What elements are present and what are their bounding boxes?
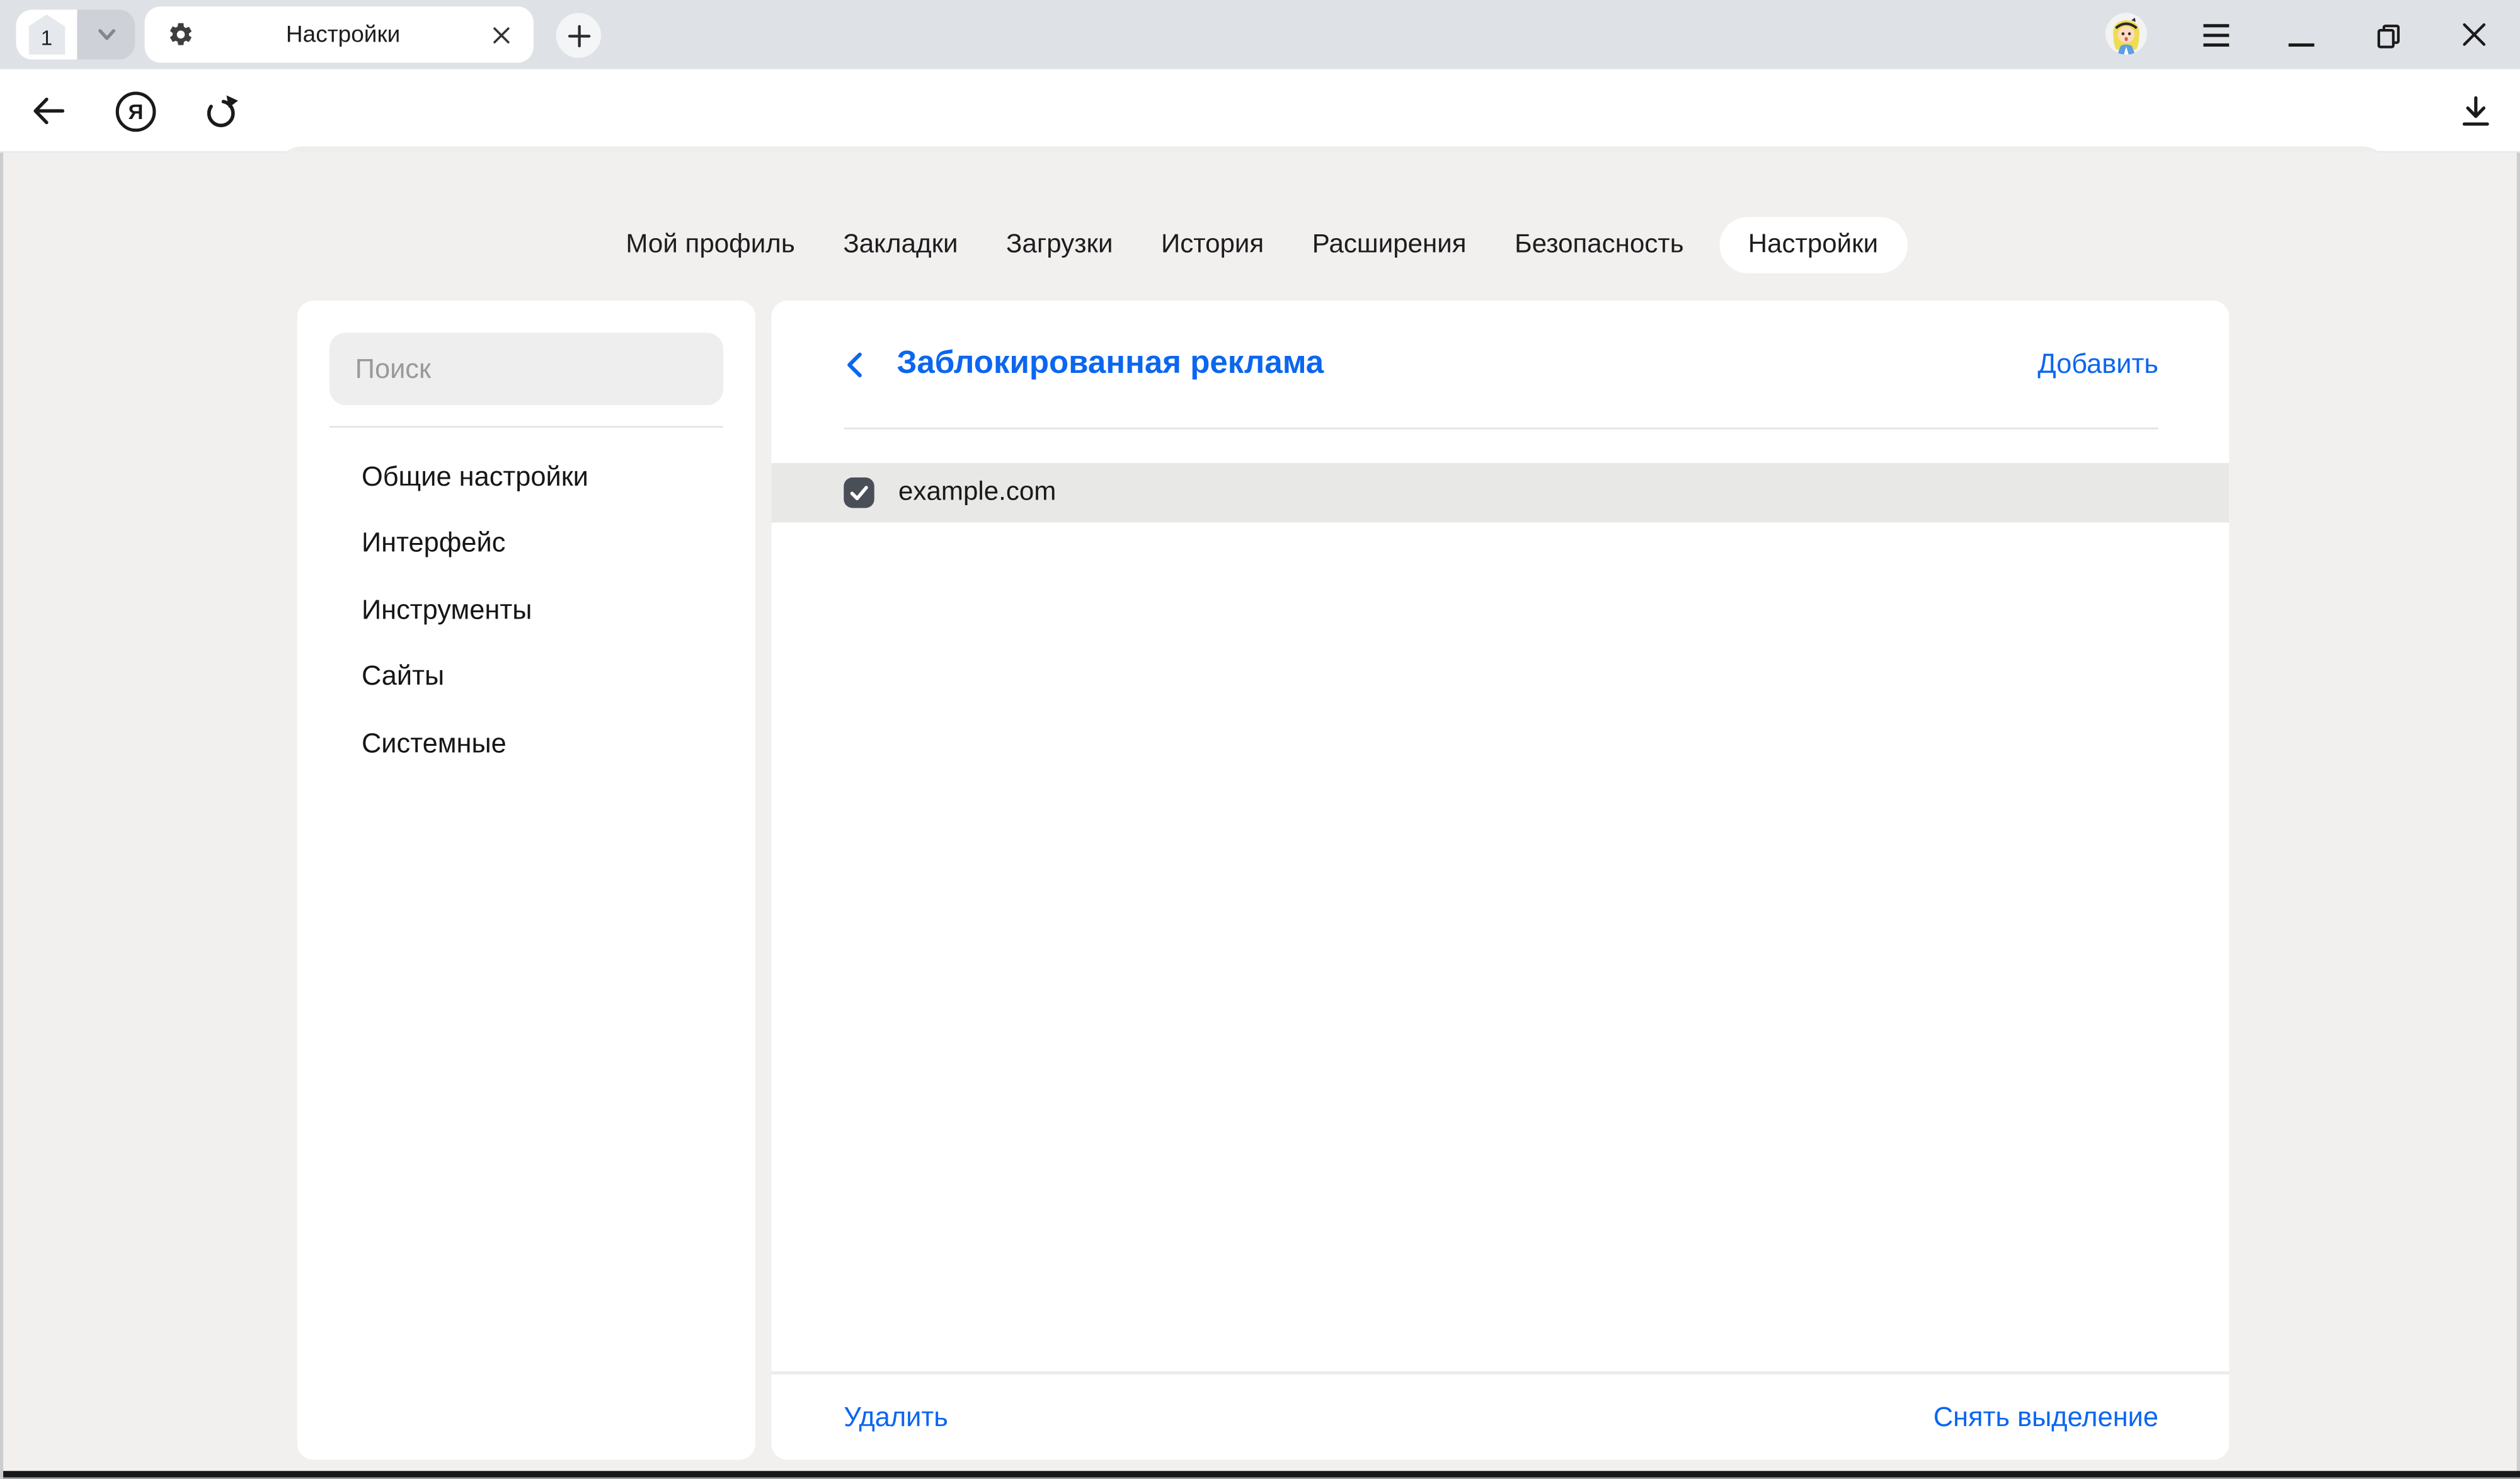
check-icon (847, 481, 871, 505)
tab-title: Настройки (195, 21, 492, 47)
tab-counter-button[interactable]: 1 (16, 9, 77, 59)
tab-strip: 1 Настройки (0, 0, 2520, 69)
nav-tab-history[interactable]: История (1161, 217, 1264, 273)
sidebar-list: Общие настройки Интерфейс Инструменты Са… (329, 443, 723, 777)
sidebar-item-sites[interactable]: Сайты (329, 644, 723, 711)
settings-page: Мой профиль Закладки Загрузки История Ра… (0, 152, 2520, 1479)
panel-header: Заблокированная реклама Добавить (771, 300, 2229, 428)
avatar-image (2105, 13, 2147, 54)
window-minimize-button[interactable] (2274, 0, 2329, 69)
window-restore-button[interactable] (2361, 0, 2415, 69)
downloads-button[interactable] (2453, 69, 2497, 153)
tab-counter-control: 1 (16, 9, 135, 59)
settings-sidebar: Общие настройки Интерфейс Инструменты Са… (297, 300, 755, 1459)
row-checkbox[interactable] (844, 477, 874, 508)
browser-menu-button[interactable] (2189, 0, 2243, 69)
tab-count-value: 1 (41, 26, 52, 50)
refresh-icon (201, 91, 241, 131)
list-item-example-com[interactable]: example.com (771, 463, 2229, 522)
tab-close-icon[interactable] (492, 25, 512, 45)
tab-list-dropdown-button[interactable] (77, 9, 135, 59)
profile-avatar[interactable] (2105, 13, 2147, 54)
nav-tab-extensions[interactable]: Расширения (1312, 217, 1467, 273)
gear-icon (167, 21, 194, 48)
panel-title: Заблокированная реклама (896, 346, 2037, 383)
chevron-left-icon (844, 350, 864, 379)
settings-nav-tabs: Мой профиль Закладки Загрузки История Ра… (3, 217, 2517, 273)
search-input[interactable] (329, 333, 723, 405)
nav-tab-bookmarks[interactable]: Закладки (843, 217, 958, 273)
browser-window: 1 Настройки (0, 0, 2520, 1479)
tab-count-badge: 1 (28, 14, 66, 55)
sidebar-item-tools[interactable]: Инструменты (329, 577, 723, 644)
reload-button[interactable] (199, 69, 243, 153)
row-domain: example.com (898, 477, 1056, 508)
back-button[interactable] (26, 69, 71, 153)
blocked-ads-panel: Заблокированная реклама Добавить example… (771, 300, 2229, 1459)
sidebar-item-interface[interactable]: Интерфейс (329, 510, 723, 577)
delete-button[interactable]: Удалить (844, 1401, 948, 1433)
panel-back-button[interactable] (844, 350, 869, 379)
panel-header-divider (844, 428, 2158, 430)
back-arrow-icon (29, 91, 67, 130)
new-tab-button[interactable] (556, 13, 601, 57)
nav-tab-profile[interactable]: Мой профиль (626, 217, 794, 273)
browser-toolbar: Я Y settings Настройки (0, 69, 2520, 153)
tab-settings[interactable]: Настройки (145, 6, 534, 62)
deselect-button[interactable]: Снять выделение (1933, 1401, 2158, 1433)
window-bottom-border-outer (3, 1476, 2520, 1479)
plus-icon (566, 23, 590, 47)
minimize-icon (2289, 43, 2315, 46)
sidebar-divider (329, 426, 723, 428)
nav-tab-settings[interactable]: Настройки (1719, 217, 1907, 273)
blocked-ads-list: example.com (771, 463, 2229, 522)
download-icon (2456, 93, 2494, 130)
window-close-button[interactable] (2446, 0, 2501, 69)
sidebar-item-general[interactable]: Общие настройки (329, 443, 723, 510)
restore-icon (2374, 20, 2403, 49)
sidebar-item-system[interactable]: Системные (329, 711, 723, 777)
close-icon (2460, 21, 2487, 48)
nav-tab-security[interactable]: Безопасность (1515, 217, 1684, 273)
yandex-logo-icon: Я (116, 91, 156, 131)
chevron-down-icon (94, 23, 118, 47)
yandex-home-button[interactable]: Я (114, 69, 158, 153)
nav-tab-downloads[interactable]: Загрузки (1006, 217, 1113, 273)
hamburger-icon (2203, 23, 2229, 46)
panel-footer: Удалить Снять выделение (771, 1371, 2229, 1459)
add-button[interactable]: Добавить (2037, 348, 2158, 380)
